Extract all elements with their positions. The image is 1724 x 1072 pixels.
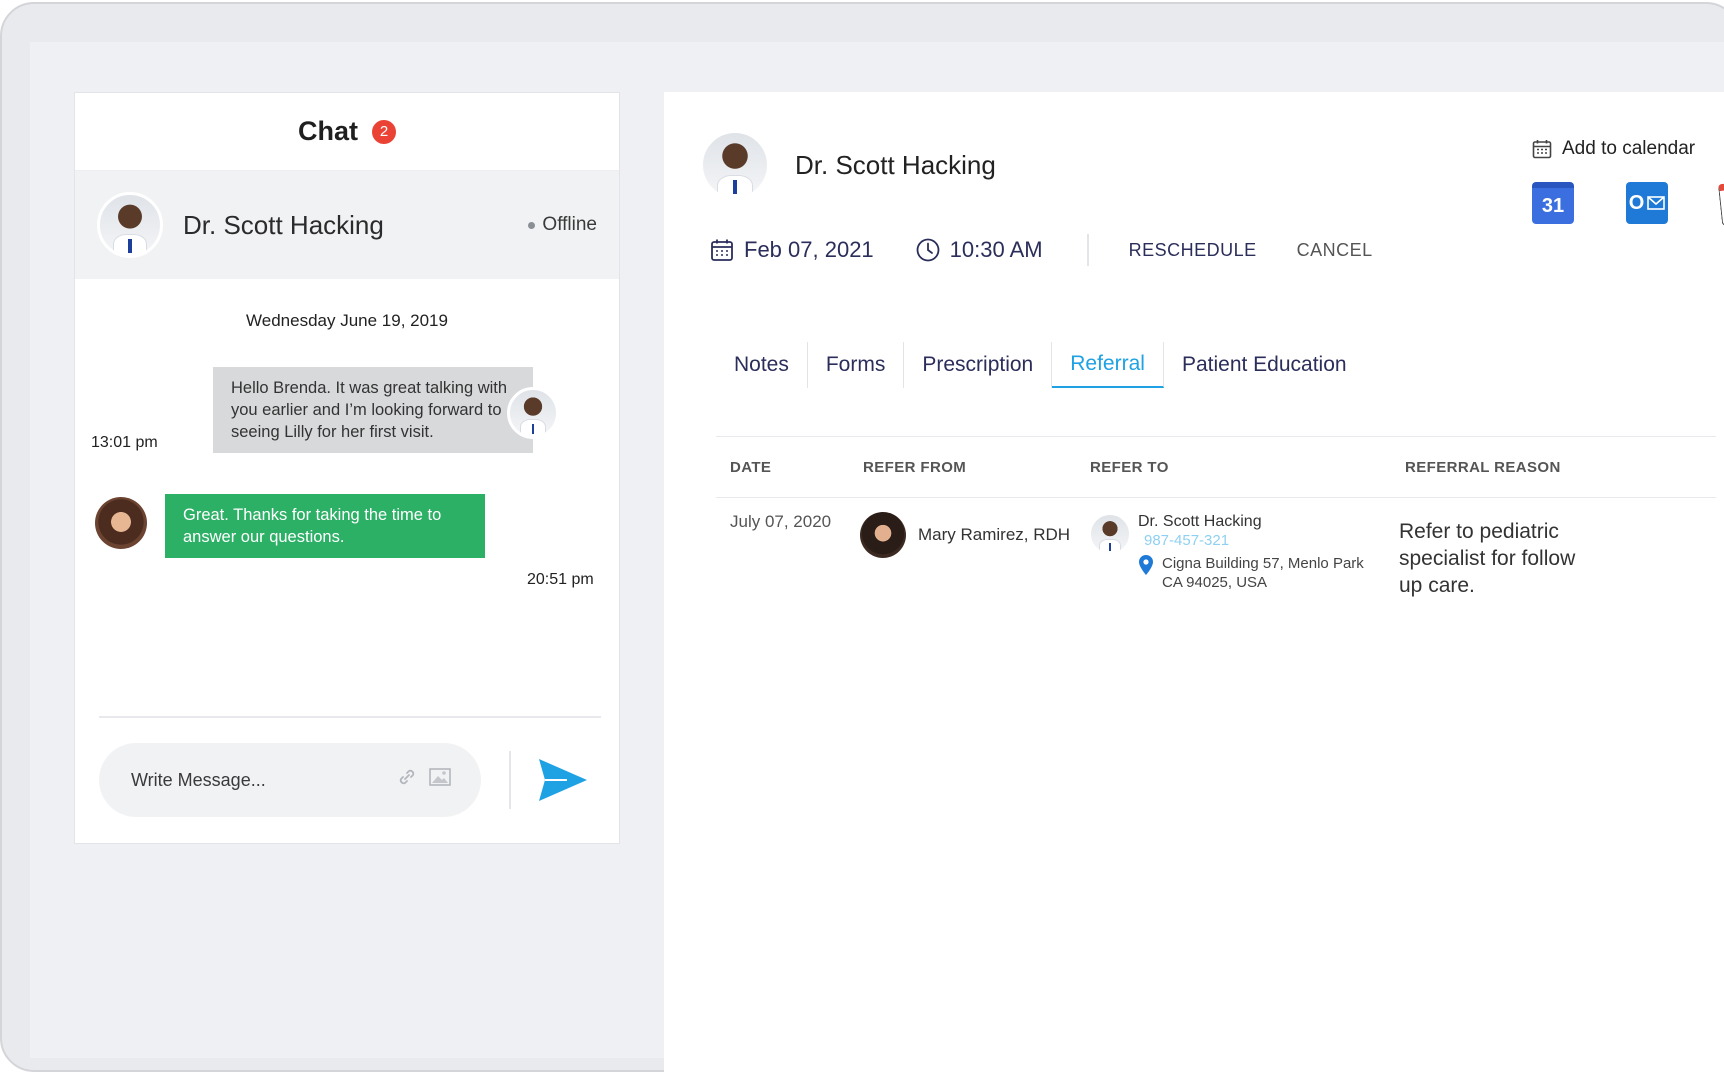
appointment-time: 10:30 AM (916, 237, 1043, 263)
add-to-calendar-block: Add to calendar 31 O 17 (1494, 138, 1724, 227)
column-header-date: DATE (730, 458, 772, 476)
referral-table-header: DATE REFER FROM REFER TO REFERRAL REASON (716, 436, 1716, 498)
add-to-calendar-label: Add to calendar (1562, 138, 1696, 159)
message-time: 20:51 pm (527, 571, 594, 588)
refer-to-address-text: Cigna Building 57, Menlo Park CA 94025, … (1162, 554, 1364, 592)
message-time: 13:01 pm (91, 434, 158, 451)
refer-from-name: Mary Ramirez, RDH (918, 525, 1071, 544)
referral-reason: Refer to pediatric specialist for follow… (1399, 520, 1576, 597)
doctor-avatar-large (700, 130, 770, 200)
refer-to: Dr. Scott Hacking 987-457-321 Cigna Buil… (1088, 512, 1364, 592)
column-header-refer-from: REFER FROM (863, 458, 967, 476)
image-icon[interactable] (429, 768, 451, 792)
appointment-time-value: 10:30 AM (949, 237, 1043, 262)
doctor-name: Dr. Scott Hacking (795, 150, 996, 180)
doctor-message-avatar (507, 387, 559, 439)
contact-status: Offline (528, 214, 597, 236)
refer-from-avatar (860, 512, 906, 558)
device-frame: Chat 2 Dr. Scott Hacking Offline Wednesd… (0, 0, 1724, 1072)
message-composer[interactable]: Write Message... (99, 743, 481, 817)
column-header-referral-reason: REFERRAL REASON (1405, 458, 1561, 476)
tab-prescription[interactable]: Prescription (904, 342, 1053, 388)
apple-calendar-icon[interactable]: 17 (1717, 179, 1724, 227)
appointment-info-row: Feb 07, 2021 10:30 AM RESCHEDULE CANCEL (710, 234, 1373, 266)
chat-contact-header[interactable]: Dr. Scott Hacking Offline (75, 171, 619, 279)
unread-badge: 2 (372, 119, 396, 144)
appointment-separator (1086, 234, 1089, 266)
appointment-date-value: Feb 07, 2021 (744, 237, 874, 262)
chat-panel: Chat 2 Dr. Scott Hacking Offline Wednesd… (74, 92, 620, 844)
message-bubble-outgoing: Hello Brenda. It was great talking with … (213, 367, 533, 453)
outlook-icon-letter: O (1628, 191, 1645, 214)
reschedule-button[interactable]: RESCHEDULE (1129, 240, 1257, 261)
message-input[interactable]: Write Message... (131, 770, 385, 791)
send-icon (539, 759, 587, 801)
table-row[interactable]: July 07, 2020 Mary Ramirez, RDH Dr. Scot… (716, 498, 1716, 618)
link-icon[interactable] (397, 767, 417, 793)
calendar-options: 31 O 17 (1532, 179, 1724, 227)
refer-to-address: Cigna Building 57, Menlo Park CA 94025, … (1138, 554, 1364, 592)
doctor-avatar (97, 192, 163, 258)
referral-table: DATE REFER FROM REFER TO REFERRAL REASON… (716, 436, 1716, 618)
calendar-icon (1532, 140, 1552, 159)
date-separator: Wednesday June 19, 2019 (246, 311, 448, 330)
chat-title: Chat (298, 116, 358, 146)
refer-from: Mary Ramirez, RDH (860, 512, 1070, 558)
tab-forms[interactable]: Forms (808, 342, 905, 388)
tab-patient-education[interactable]: Patient Education (1164, 342, 1365, 388)
appointment-date: Feb 07, 2021 (710, 237, 874, 263)
add-to-calendar-button[interactable]: Add to calendar (1532, 138, 1724, 160)
refer-to-name: Dr. Scott Hacking (1138, 513, 1262, 530)
referral-date: July 07, 2020 (730, 512, 832, 531)
composer-divider (99, 716, 601, 718)
location-pin-icon (1139, 555, 1153, 575)
tab-referral[interactable]: Referral (1052, 342, 1164, 388)
address-line-2: CA 94025, USA (1162, 574, 1268, 591)
message-list[interactable]: Wednesday June 19, 2019 13:01 pm Hello B… (75, 279, 619, 722)
composer-separator (509, 751, 511, 809)
message-bubble-incoming: Great. Thanks for taking the time to ans… (165, 494, 485, 558)
appointment-detail-panel: Dr. Scott Hacking Add to calendar 31 O 1… (664, 92, 1724, 1072)
outlook-icon[interactable]: O (1626, 182, 1668, 224)
calendar-icon (711, 239, 733, 261)
detail-tabs: Notes Forms Prescription Referral Patien… (716, 342, 1365, 388)
contact-name: Dr. Scott Hacking (183, 209, 384, 240)
column-header-refer-to: REFER TO (1090, 458, 1169, 476)
status-label: Offline (542, 214, 597, 235)
refer-to-phone[interactable]: 987-457-321 (1144, 531, 1364, 550)
google-calendar-icon[interactable]: 31 (1532, 182, 1574, 224)
cancel-button[interactable]: CANCEL (1297, 240, 1373, 261)
patient-avatar (95, 497, 147, 549)
send-button[interactable] (537, 757, 589, 803)
refer-to-info: Dr. Scott Hacking 987-457-321 Cigna Buil… (1138, 512, 1364, 592)
clock-icon (916, 238, 940, 262)
address-line-1: Cigna Building 57, Menlo Park (1162, 555, 1364, 572)
chat-header: Chat 2 (75, 93, 619, 171)
status-dot-icon (528, 221, 536, 229)
tab-notes[interactable]: Notes (716, 342, 808, 388)
refer-to-avatar (1088, 512, 1132, 556)
